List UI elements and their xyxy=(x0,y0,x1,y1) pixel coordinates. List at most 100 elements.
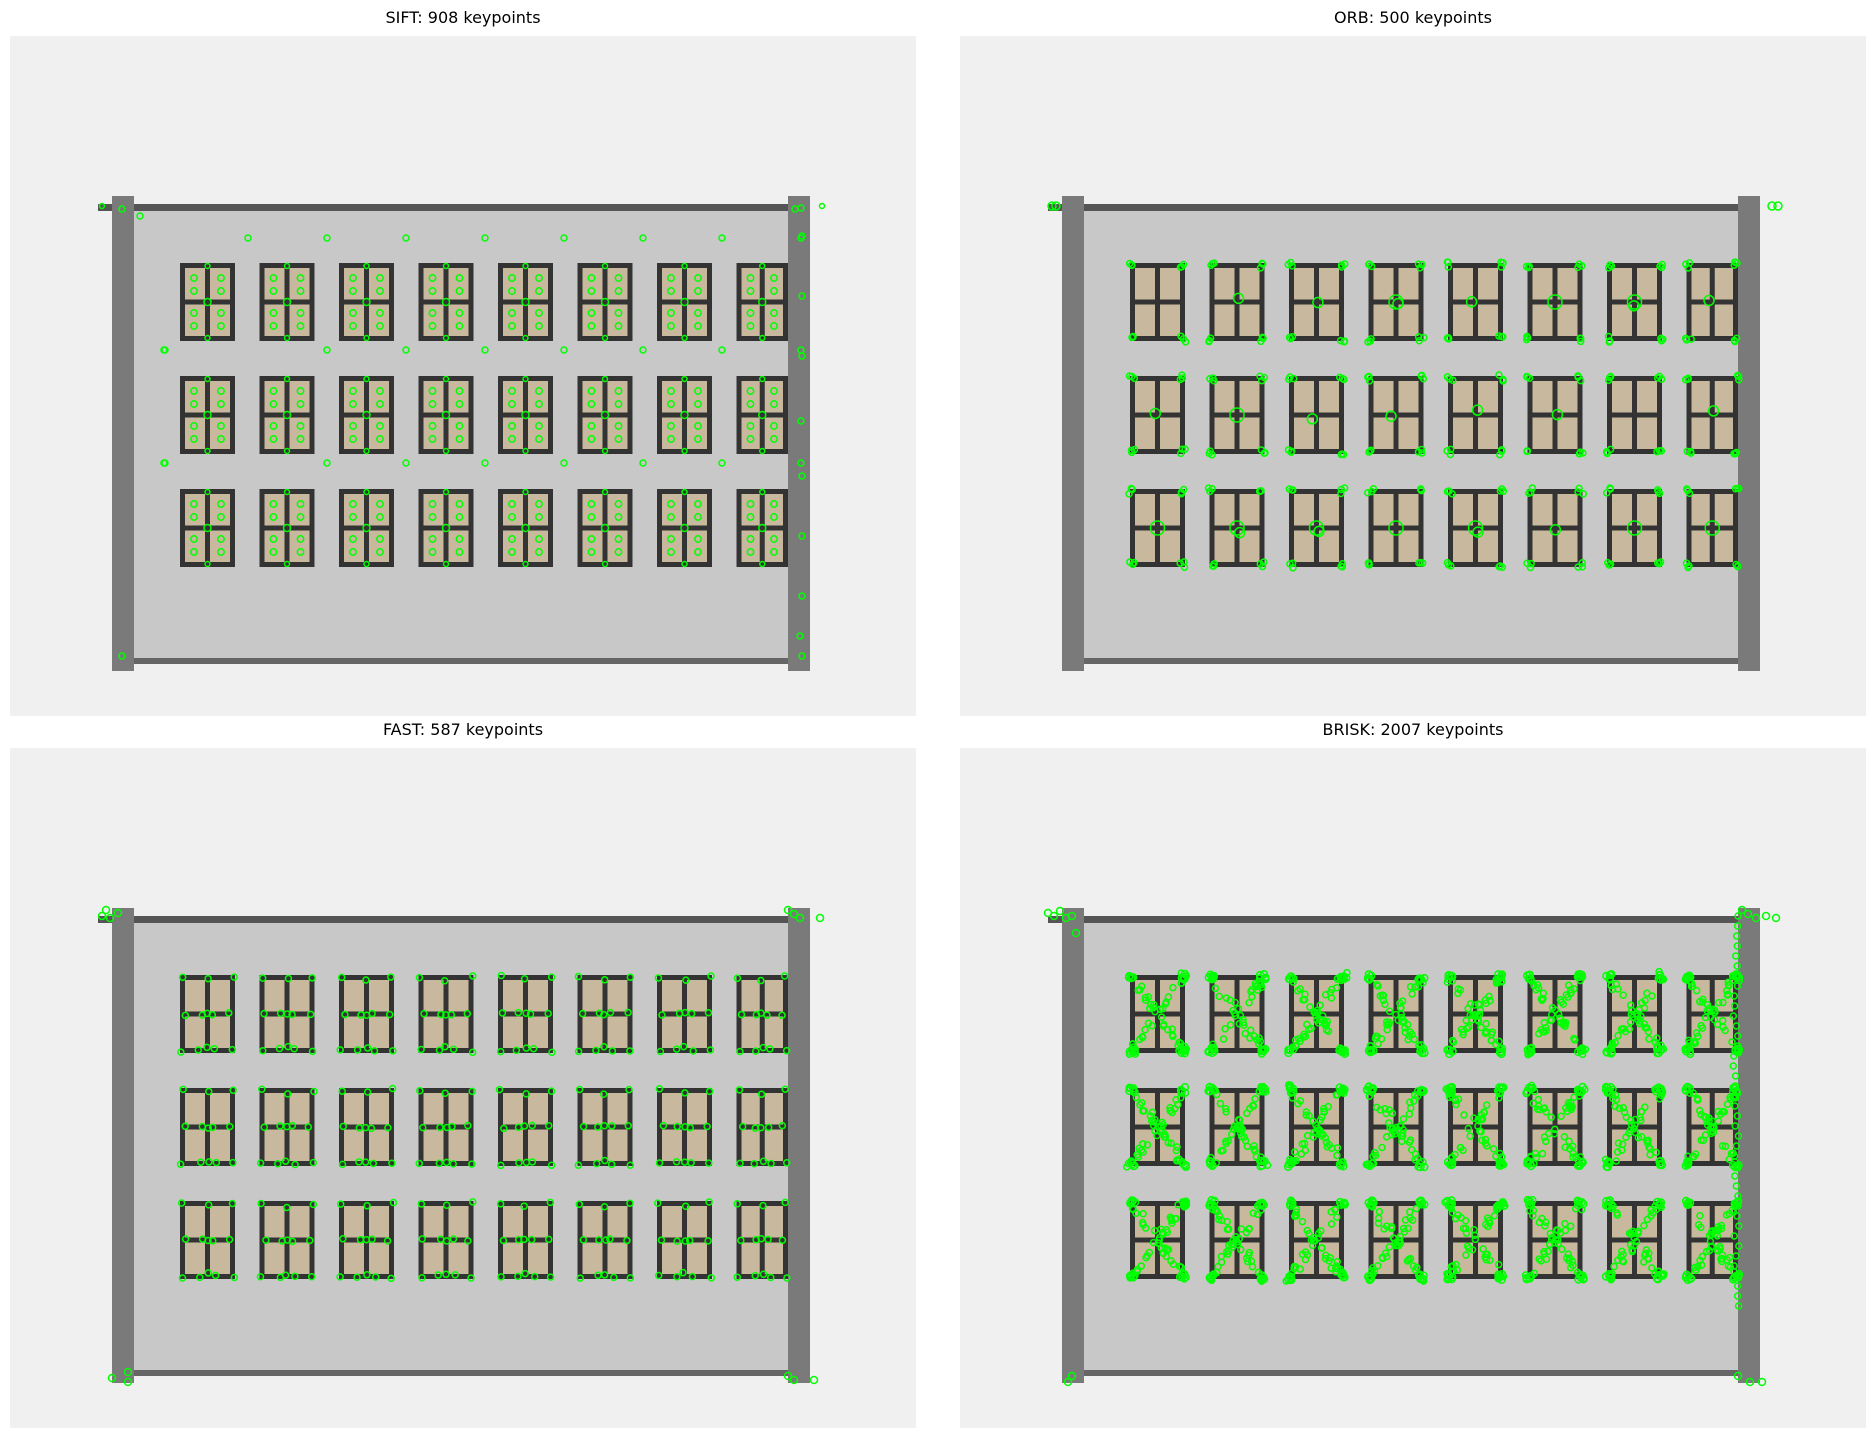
window-pane xyxy=(1612,304,1632,336)
window-pane xyxy=(289,1242,310,1274)
window-pane xyxy=(1373,530,1394,562)
window-pane xyxy=(1532,417,1553,449)
window-pane xyxy=(423,1129,444,1161)
window-pane xyxy=(1453,304,1473,336)
window-pane xyxy=(264,1242,285,1274)
window-pane xyxy=(369,1206,389,1238)
window-pane xyxy=(528,1129,548,1161)
window-pane xyxy=(607,1129,628,1161)
window-pane xyxy=(185,1242,205,1274)
window-pane xyxy=(1714,304,1733,336)
window-pane xyxy=(687,1242,707,1274)
window-pane xyxy=(369,980,389,1012)
window-pane xyxy=(210,980,230,1012)
window-pane xyxy=(264,1206,285,1238)
pillar-right xyxy=(788,908,810,1383)
window-pane xyxy=(264,1093,285,1125)
window-pane xyxy=(607,1206,628,1238)
window-pane xyxy=(528,1016,548,1048)
window-pane xyxy=(1612,530,1632,562)
window-pane xyxy=(185,1016,205,1048)
window-pane xyxy=(1398,417,1419,449)
panel-title-fast: FAST: 587 keypoints xyxy=(382,720,544,739)
window-pane xyxy=(369,1093,389,1125)
window-pane xyxy=(210,1242,230,1274)
window-pane xyxy=(1160,417,1180,449)
window-pane xyxy=(503,1016,523,1048)
window-pane xyxy=(687,1016,707,1048)
window-pane xyxy=(423,980,444,1012)
window-pane xyxy=(1478,304,1498,336)
window-pane xyxy=(1398,494,1419,526)
window-pane xyxy=(1691,494,1710,526)
window-pane xyxy=(1557,980,1578,1012)
base-line xyxy=(1070,1370,1750,1376)
roof-line xyxy=(1048,204,1758,211)
window-pane xyxy=(1478,268,1498,300)
window-pane xyxy=(344,1206,364,1238)
window-pane xyxy=(289,1016,310,1048)
window-pane xyxy=(423,1242,444,1274)
window-pane xyxy=(1135,494,1155,526)
image-orb xyxy=(960,36,1866,716)
window-pane xyxy=(1135,530,1155,562)
window-pane xyxy=(1135,381,1155,413)
window-pane xyxy=(423,1093,444,1125)
window-pane xyxy=(1294,268,1314,300)
window-pane xyxy=(185,1093,205,1125)
window-pane xyxy=(607,1242,628,1274)
window-pane xyxy=(1373,381,1394,413)
roof-line xyxy=(98,916,808,923)
window-pane xyxy=(1398,381,1419,413)
window-pane xyxy=(1532,268,1553,300)
window-pane xyxy=(1557,417,1578,449)
window-pane xyxy=(741,1242,760,1274)
window-pane xyxy=(1294,417,1314,449)
window-pane xyxy=(662,1242,682,1274)
window-pane xyxy=(369,1129,389,1161)
window-pane xyxy=(289,980,310,1012)
window-pane xyxy=(741,1206,760,1238)
window-pane xyxy=(607,1093,628,1125)
window-pane xyxy=(1714,268,1733,300)
window-pane xyxy=(1398,304,1419,336)
window-pane xyxy=(1319,268,1339,300)
window-pane xyxy=(582,1016,603,1048)
window-pane xyxy=(1691,530,1710,562)
window-pane xyxy=(448,1016,469,1048)
window-pane xyxy=(1557,381,1578,413)
panel-brisk: BRISK: 2007 keypoints xyxy=(960,720,1866,1428)
window-pane xyxy=(687,1206,707,1238)
window-pane xyxy=(1478,381,1498,413)
window-pane xyxy=(344,1093,364,1125)
window-pane xyxy=(185,980,205,1012)
window-pane xyxy=(1612,268,1632,300)
window-pane xyxy=(344,1129,364,1161)
window-pane xyxy=(448,1093,469,1125)
window-pane xyxy=(582,1093,603,1125)
window-pane xyxy=(1637,494,1657,526)
window-pane xyxy=(1319,304,1339,336)
pillar-left xyxy=(112,908,134,1383)
window-pane xyxy=(528,1206,548,1238)
window-pane xyxy=(662,980,682,1012)
window-pane xyxy=(1557,494,1578,526)
window-pane xyxy=(582,980,603,1012)
window-pane xyxy=(1637,304,1657,336)
pillar-left xyxy=(112,196,134,671)
roof-line xyxy=(1048,916,1758,923)
window-pane xyxy=(582,1242,603,1274)
window-pane xyxy=(1557,304,1578,336)
window-pane xyxy=(1214,304,1235,336)
window-pane xyxy=(289,1093,310,1125)
window-pane xyxy=(1294,494,1314,526)
panel-title-orb: ORB: 500 keypoints xyxy=(1334,8,1492,27)
window-pane xyxy=(264,980,285,1012)
window-pane xyxy=(210,1206,230,1238)
window-pane xyxy=(764,1206,783,1238)
window-pane xyxy=(582,1129,603,1161)
window-pane xyxy=(1532,530,1553,562)
image-brisk xyxy=(960,748,1866,1428)
window-pane xyxy=(1214,417,1235,449)
window-pane xyxy=(1612,1129,1632,1161)
